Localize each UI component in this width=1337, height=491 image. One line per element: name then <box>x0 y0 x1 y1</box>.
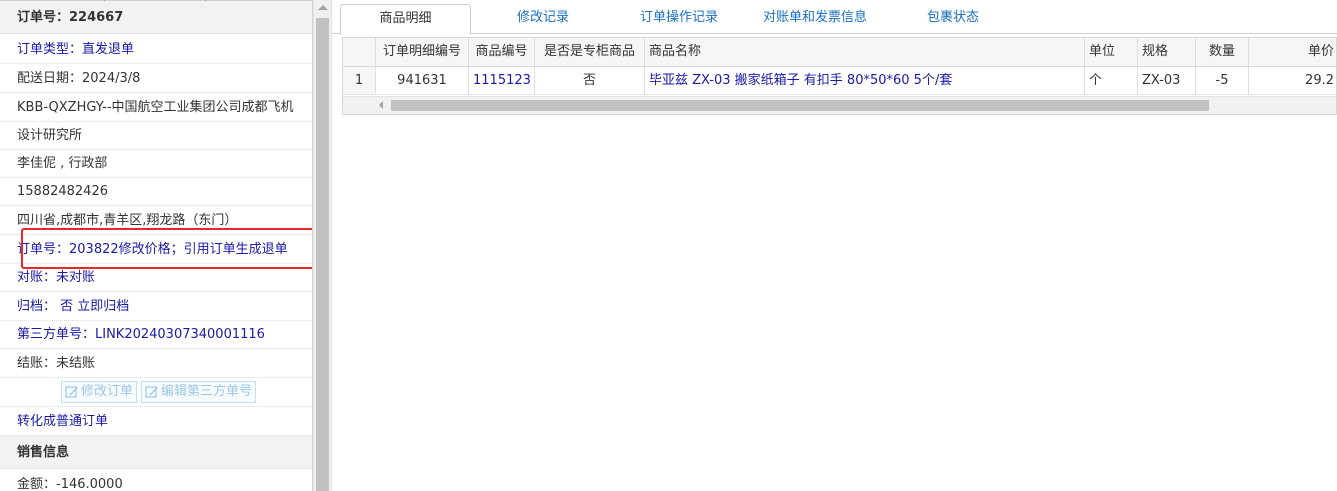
product-id-link[interactable]: 1115123 <box>469 67 535 94</box>
detail-panel: 商品明细 修改记录 订单操作记录 对账单和发票信息 包裹状态 订单明细编号 商品… <box>332 0 1337 491</box>
column-header-spec[interactable]: 规格 <box>1138 38 1196 66</box>
grid-horizontal-scrollbar[interactable] <box>343 96 1336 114</box>
column-header-counter[interactable]: 是否是专柜商品 <box>535 38 645 66</box>
table-row[interactable]: 1 941631 1115123 否 毕亚兹 ZX-03 搬家纸箱子 有扣手 8… <box>343 67 1336 95</box>
customer-name: KBB-QXZHGY--中国航空工业集团公司成都飞机 <box>0 93 312 122</box>
column-header-unit[interactable]: 单位 <box>1085 38 1138 66</box>
column-header-product-id[interactable]: 商品编号 <box>469 38 535 66</box>
edit-order-label: 修改订单 <box>81 384 134 399</box>
order-info-panel: 订单号：224667 订单类型：直发退单 配送日期：2024/3/8 KBB-Q… <box>0 0 313 491</box>
edit-icon <box>65 386 78 398</box>
order-type: 订单类型：直发退单 <box>0 35 312 64</box>
edit-icon <box>145 386 158 398</box>
detail-id-cell: 941631 <box>376 67 469 94</box>
product-detail-grid: 订单明细编号 商品编号 是否是专柜商品 商品名称 单位 规格 数量 单价 1 9… <box>342 37 1337 115</box>
column-header-price[interactable]: 单价 <box>1249 38 1336 66</box>
scroll-left-icon[interactable] <box>379 101 383 109</box>
tab-product-details[interactable]: 商品明细 <box>340 4 471 35</box>
order-number-header: 订单号：224667 <box>0 1 312 34</box>
column-header-product-name[interactable]: 商品名称 <box>645 38 1085 66</box>
order-actions: 修改订单 编辑第三方单号 <box>0 378 312 407</box>
product-name-link[interactable]: 毕亚兹 ZX-03 搬家纸箱子 有扣手 80*50*60 5个/套 <box>645 67 1085 94</box>
price-cell: 29.2 <box>1305 73 1334 88</box>
column-header-detail-id[interactable]: 订单明细编号 <box>376 38 469 66</box>
grid-header-row: 订单明细编号 商品编号 是否是专柜商品 商品名称 单位 规格 数量 单价 <box>343 38 1336 67</box>
tab-modification-log[interactable]: 修改记录 <box>482 4 604 34</box>
highlight-annotation <box>21 228 312 269</box>
scroll-up-icon[interactable] <box>318 5 328 10</box>
edit-third-party-button[interactable]: 编辑第三方单号 <box>141 381 257 403</box>
tab-package-status[interactable]: 包裹状态 <box>890 4 1016 34</box>
contact-person: 李佳伲 , 行政部 <box>0 149 312 178</box>
phone-number: 15882482426 <box>0 177 312 206</box>
left-panel-scrollbar[interactable] <box>313 0 332 491</box>
customer-name-cont: 设计研究所 <box>0 121 312 150</box>
sales-amount: 金额：-146.0000 <box>17 477 123 491</box>
unit-cell: 个 <box>1085 67 1138 94</box>
edit-order-button[interactable]: 修改订单 <box>61 381 138 403</box>
tab-statement-invoice[interactable]: 对账单和发票信息 <box>752 4 878 34</box>
scrollbar-thumb[interactable] <box>391 100 1209 111</box>
tab-bar: 商品明细 修改记录 订单操作记录 对账单和发票信息 包裹状态 <box>332 0 1337 35</box>
tab-order-operation-log[interactable]: 订单操作记录 <box>616 4 742 34</box>
archive-status[interactable]: 归档： 否 立即归档 <box>0 292 312 321</box>
edit-third-party-label: 编辑第三方单号 <box>161 384 253 399</box>
convert-to-normal-order-link[interactable]: 转化成普通订单 <box>0 407 312 436</box>
qty-cell: -5 <box>1196 67 1249 94</box>
scrollbar-thumb[interactable] <box>316 18 329 491</box>
settle-status: 结账：未结账 <box>0 349 312 378</box>
column-header-index <box>343 38 376 66</box>
column-header-qty[interactable]: 数量 <box>1196 38 1249 66</box>
spec-cell: ZX-03 <box>1138 67 1196 94</box>
counter-cell: 否 <box>535 67 645 94</box>
delivery-date: 配送日期：2024/3/8 <box>0 64 312 93</box>
third-party-order-number[interactable]: 第三方单号：LINK20240307340001116 <box>0 320 312 349</box>
row-index: 1 <box>343 67 376 94</box>
sales-info-header: 销售信息 <box>0 436 312 469</box>
